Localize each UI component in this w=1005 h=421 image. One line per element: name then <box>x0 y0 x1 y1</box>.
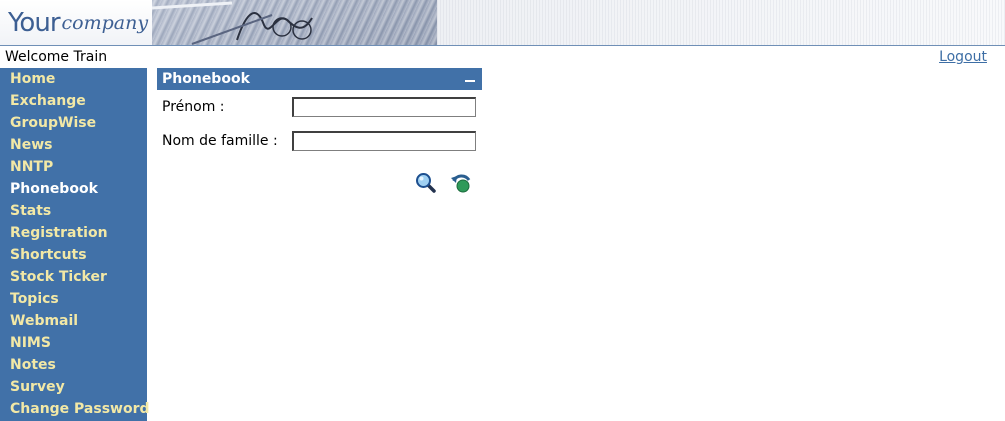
minimize-icon[interactable] <box>464 74 476 84</box>
phonebook-panel-header: Phonebook <box>157 68 482 90</box>
sidebar-item-shortcuts[interactable]: Shortcuts <box>0 244 147 266</box>
page: Your company Welcome Train Logout Home E… <box>0 0 1005 421</box>
welcome-text: Welcome Train <box>5 49 108 65</box>
sidebar-item-groupwise[interactable]: GroupWise <box>0 112 147 134</box>
sidebar-item-exchange[interactable]: Exchange <box>0 90 147 112</box>
sidebar-item-home[interactable]: Home <box>0 68 147 90</box>
sidebar-item-nims[interactable]: NIMS <box>0 332 147 354</box>
company-logo: Your company <box>0 0 152 45</box>
reset-icon[interactable] <box>450 172 472 194</box>
sidebar-item-nntp[interactable]: NNTP <box>0 156 147 178</box>
sidebar-item-stock-ticker[interactable]: Stock Ticker <box>0 266 147 288</box>
sidebar-item-phonebook[interactable]: Phonebook <box>0 178 147 200</box>
search-icon[interactable] <box>415 172 437 194</box>
sidebar-item-topics[interactable]: Topics <box>0 288 147 310</box>
last-name-input[interactable] <box>292 131 476 151</box>
sidebar-item-webmail[interactable]: Webmail <box>0 310 147 332</box>
sidebar-item-notes[interactable]: Notes <box>0 354 147 376</box>
last-name-label: Nom de famille : <box>162 133 278 149</box>
sidebar-item-survey[interactable]: Survey <box>0 376 147 398</box>
sidebar-item-change-password[interactable]: Change Password <box>0 398 150 420</box>
sidebar-item-news[interactable]: News <box>0 134 147 156</box>
logo-word: Your <box>8 7 61 38</box>
sidebar-item-registration[interactable]: Registration <box>0 222 147 244</box>
panel-title: Phonebook <box>162 71 250 87</box>
sidebar-item-stats[interactable]: Stats <box>0 200 147 222</box>
first-name-label: Prénom : <box>162 99 225 115</box>
sidebar-nav: Home Exchange GroupWise News NNTP Phoneb… <box>0 68 150 421</box>
banner-image <box>152 0 437 45</box>
header-banner: Your company <box>0 0 1005 46</box>
first-name-input[interactable] <box>292 97 476 117</box>
logout-link[interactable]: Logout <box>939 49 987 65</box>
logo-suffix: company <box>61 11 149 34</box>
